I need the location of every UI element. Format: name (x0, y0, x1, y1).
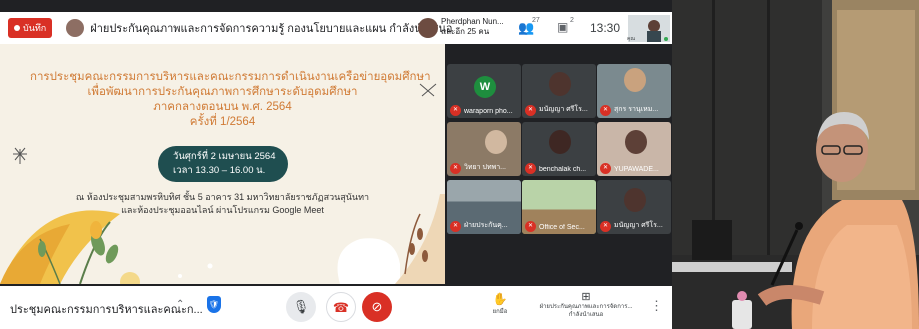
camera-off-icon: ⊘ (371, 299, 383, 314)
chevron-up-icon[interactable]: ⌃ (176, 299, 184, 310)
phone-hangup-icon: ☎ (332, 300, 350, 315)
recording-badge[interactable]: บันทึก (8, 18, 53, 38)
clock: 13:30 (590, 21, 621, 35)
meeting-room-image (672, 0, 919, 329)
user-sub: และอีก 25 คน (441, 27, 490, 36)
presenter-avatar (66, 19, 85, 37)
participant-name: Office of Sec... (539, 224, 585, 231)
microphone-button[interactable]: 🎙 (286, 292, 316, 322)
date-line: วันศุกร์ที่ 2 เมษายน 2564 (173, 151, 276, 162)
participant-tile[interactable]: ✕ มนัญญา ศรีโร... (522, 64, 596, 118)
participant-grid: W ✕ waraporn pho... ✕ มนัญญา ศรีโร... ✕ … (445, 56, 672, 286)
meet-window: บันทึก ฝ่ายประกันคุณภาพและการจัดการความร… (0, 0, 672, 329)
participant-tile[interactable]: ✕ YUPAWADE... (597, 122, 671, 176)
participant-tile[interactable]: ✕ มนัญญา ศรีโร... (597, 180, 671, 234)
mic-off-icon: ✕ (450, 163, 461, 174)
meet-top-bar: บันทึก ฝ่ายประกันคุณภาพและการจัดการความร… (0, 12, 672, 44)
time-line: เวลา 13.30 – 16.00 น. (173, 165, 266, 176)
mic-off-icon: ✕ (450, 105, 461, 116)
mic-off-icon: ✕ (600, 163, 611, 174)
participant-tile[interactable]: ✕ benchalak ch... (522, 122, 596, 176)
mic-off-icon: ✕ (600, 105, 611, 116)
participant-photo (549, 72, 571, 96)
raise-hand-label: ยกมือ (492, 309, 508, 315)
record-dot-icon (14, 25, 20, 31)
user-name: Pherdphan Nun... (441, 17, 504, 26)
hand-icon: ✋ (492, 292, 508, 306)
participant-tile[interactable]: ✕ Office of Sec... (522, 180, 596, 234)
record-label: บันทึก (23, 23, 47, 33)
venue-line-2: และห้องประชุมออนไลน์ ผ่านโปรแกรม Google … (121, 205, 324, 215)
participant-name: benchalak ch... (539, 166, 587, 173)
mic-off-icon: ✕ (450, 221, 461, 232)
mic-off-icon: ✕ (600, 221, 611, 232)
participant-photo (549, 130, 571, 154)
participant-initial-avatar: W (474, 76, 496, 98)
slide-title-line-1: การประชุมคณะกรรมการบริหารและคณะกรรมการดำ… (30, 71, 431, 83)
user-avatar[interactable] (418, 18, 438, 38)
slide-title-line-3: ภาคกลางตอนบน พ.ศ. 2564 (153, 101, 292, 113)
raise-hand-button[interactable]: ✋ ยกมือ (488, 292, 512, 316)
present-label: ฝ่ายประกันคุณภาพและการจัดการ... กำลังนำเ… (539, 304, 633, 318)
presentation-slide: การประชุมคณะกรรมการบริหารและคณะกรรมการดำ… (0, 44, 445, 284)
chat-count: 2 (570, 17, 574, 24)
present-button[interactable]: ⊞ ฝ่ายประกันคุณภาพและการจัดการ... กำลังน… (538, 290, 634, 319)
participant-name: มนัญญา ศรีโร... (539, 106, 588, 113)
self-label: คุณ (627, 36, 635, 42)
microphone-icon: 🎙 (292, 299, 310, 314)
participant-name: waraporn pho... (464, 108, 513, 115)
more-options-icon[interactable]: ⋮ (650, 298, 663, 314)
participant-name: สุกร รานุเหม... (614, 106, 659, 113)
participant-tile[interactable]: ✕ ฝ่ายประกันคุ... (447, 180, 521, 234)
participant-photo (624, 68, 646, 92)
slide-title-line-4: ครั้งที่ 1/2564 (189, 116, 256, 128)
shield-icon[interactable]: 🛡 (207, 296, 221, 313)
participant-tile[interactable]: W ✕ waraporn pho... (447, 64, 521, 118)
meet-bottom-bar: ประชุมคณะกรรมการบริหารและคณะก... ⌃ 🛡 🎙 ☎… (0, 286, 672, 329)
participants-summary[interactable]: Pherdphan Nun... และอีก 25 คน (441, 17, 504, 37)
participant-photo (624, 188, 646, 212)
participant-photo (625, 130, 647, 154)
meeting-title[interactable]: ประชุมคณะกรรมการบริหารและคณะก... (10, 300, 203, 318)
participant-photo (485, 130, 507, 154)
hang-up-button[interactable]: ☎ (326, 292, 356, 322)
mic-off-icon: ✕ (525, 221, 536, 232)
mic-off-icon: ✕ (525, 105, 536, 116)
screenshot-collage: บันทึก ฝ่ายประกันคุณภาพและการจัดการความร… (0, 0, 919, 329)
slide-title-line-2: เพื่อพัฒนาการประกันคุณภาพการศึกษาระดับอุ… (87, 86, 358, 98)
camera-off-button[interactable]: ⊘ (362, 292, 392, 322)
mic-off-icon: ✕ (525, 163, 536, 174)
participant-name: ฝ่ายประกันคุ... (464, 222, 508, 229)
present-icon: ⊞ (581, 291, 591, 303)
participant-name: มนัญญา ศรีโร... (614, 222, 663, 229)
venue-line-1: ณ ห้องประชุมสามพรหิบทิศ ชั้น 5 อาคาร 31 … (75, 192, 370, 202)
people-count: 27 (532, 17, 540, 24)
participant-name: วิทยา ปทพา... (464, 164, 506, 171)
presenting-text: ฝ่ายประกันคุณภาพและการจัดการความรู้ กองน… (90, 23, 453, 35)
date-pill: วันศุกร์ที่ 2 เมษายน 2564 เวลา 13.30 – 1… (158, 146, 288, 182)
participant-tile[interactable]: ✕ วิทยา ปทพา... (447, 122, 521, 176)
participant-tile[interactable]: ✕ สุกร รานุเหม... (597, 64, 671, 118)
meeting-room-photo (672, 0, 919, 329)
chat-icon[interactable]: ▣ (557, 20, 568, 34)
participant-name: YUPAWADE... (614, 166, 659, 173)
